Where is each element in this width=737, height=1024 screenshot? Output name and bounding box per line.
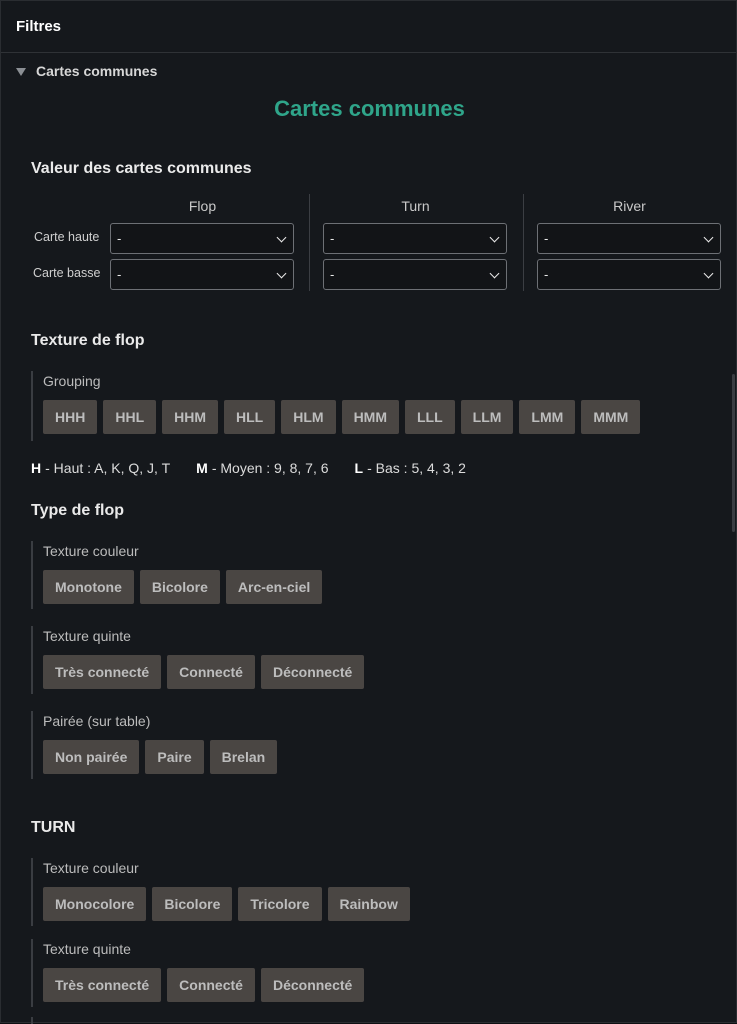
select-value: - <box>117 231 122 246</box>
column-head-turn: Turn <box>401 198 430 214</box>
legend-text: - Haut : A, K, Q, J, T <box>45 460 171 476</box>
flop-type-heading: Type de flop <box>31 502 125 519</box>
select-value: - <box>330 267 335 282</box>
turn-straight-label: Texture quinte <box>43 941 131 957</box>
chip-deconnecte[interactable]: Déconnecté <box>260 655 365 689</box>
legend-key: M <box>196 460 208 476</box>
filters-panel: Filtres Cartes communes Cartes communes … <box>0 0 737 1024</box>
select-river-high[interactable]: - <box>537 223 721 254</box>
chip-tricolore[interactable]: Tricolore <box>238 887 322 921</box>
chip-deconnecte[interactable]: Déconnecté <box>260 968 365 1002</box>
select-turn-high[interactable]: - <box>323 223 507 254</box>
flop-straight-group: Texture quinte Très connecté Connecté Dé… <box>31 626 431 694</box>
select-river-low[interactable]: - <box>537 259 721 290</box>
page-title: Cartes communes <box>274 96 465 121</box>
flop-paired-label: Pairée (sur table) <box>43 713 151 729</box>
chip-grouping-lmm[interactable]: LMM <box>519 400 576 434</box>
panel-title: Filtres <box>16 18 62 35</box>
chip-monocolore[interactable]: Monocolore <box>43 887 147 921</box>
flop-straight-label: Texture quinte <box>43 628 131 644</box>
chevron-down-icon <box>276 268 287 279</box>
select-turn-low[interactable]: - <box>323 259 507 290</box>
legend-key: H <box>31 460 42 476</box>
turn-color-label: Texture couleur <box>43 860 139 876</box>
chip-tres-connecte[interactable]: Très connecté <box>43 968 162 1002</box>
chevron-down-icon <box>276 232 287 243</box>
select-value: - <box>544 231 549 246</box>
legend-text: - Bas : 5, 4, 3, 2 <box>367 460 466 476</box>
grouping-group: Grouping HHH HHL HHM HLL HLM HMM LLL LLM… <box>31 371 671 441</box>
board-value-heading: Valeur des cartes communes <box>31 160 252 177</box>
turn-heading: TURN <box>31 819 76 836</box>
chevron-down-icon <box>489 232 500 243</box>
row-label-high-card: Carte haute <box>34 230 100 244</box>
select-flop-low[interactable]: - <box>110 259 294 290</box>
chevron-down-icon <box>703 232 714 243</box>
flop-paired-group: Pairée (sur table) Non pairée Paire Brel… <box>31 711 431 779</box>
chip-bicolore[interactable]: Bicolore <box>139 570 220 604</box>
chip-grouping-hlm[interactable]: HLM <box>281 400 336 434</box>
chip-monotone[interactable]: Monotone <box>43 570 134 604</box>
legend-text: - Moyen : 9, 8, 7, 6 <box>211 460 329 476</box>
chip-non-pairee[interactable]: Non pairée <box>43 740 140 774</box>
chip-tres-connecte[interactable]: Très connecté <box>43 655 162 689</box>
grouping-legend: H- Haut : A, K, Q, J, T M- Moyen : 9, 8,… <box>31 460 492 476</box>
chip-grouping-hhm[interactable]: HHM <box>162 400 219 434</box>
chip-grouping-hll[interactable]: HLL <box>224 400 276 434</box>
select-value: - <box>117 267 122 282</box>
chip-grouping-mmm[interactable]: MMM <box>581 400 641 434</box>
chip-connecte[interactable]: Connecté <box>167 655 255 689</box>
select-value: - <box>544 267 549 282</box>
chevron-down-icon <box>703 268 714 279</box>
flop-texture-heading: Texture de flop <box>31 332 145 349</box>
flop-color-label: Texture couleur <box>43 543 139 559</box>
section-toggle-label: Cartes communes <box>36 63 158 79</box>
grouping-label: Grouping <box>43 373 101 389</box>
turn-color-group: Texture couleur Monocolore Bicolore Tric… <box>31 858 431 926</box>
column-divider <box>309 194 310 291</box>
chip-grouping-llm[interactable]: LLM <box>460 400 514 434</box>
turn-straight-group: Texture quinte Très connecté Connecté Dé… <box>31 939 431 1007</box>
chip-connecte[interactable]: Connecté <box>167 968 255 1002</box>
chip-brelan[interactable]: Brelan <box>209 740 278 774</box>
chip-grouping-hmm[interactable]: HMM <box>341 400 399 434</box>
chip-bicolore[interactable]: Bicolore <box>152 887 233 921</box>
panel-header: Filtres <box>1 1 736 53</box>
section-toggle-board[interactable]: Cartes communes <box>16 63 157 79</box>
column-divider <box>523 194 524 291</box>
caret-down-icon <box>16 67 26 76</box>
chip-grouping-hhh[interactable]: HHH <box>43 400 98 434</box>
scrollbar-thumb[interactable] <box>732 374 735 532</box>
flop-color-group: Texture couleur Monotone Bicolore Arc-en… <box>31 541 431 609</box>
select-flop-high[interactable]: - <box>110 223 294 254</box>
select-value: - <box>330 231 335 246</box>
column-head-flop: Flop <box>188 198 217 214</box>
chevron-down-icon <box>489 268 500 279</box>
column-head-river: River <box>613 198 646 214</box>
chip-grouping-hhl[interactable]: HHL <box>103 400 157 434</box>
chip-rainbow[interactable]: Rainbow <box>327 887 410 921</box>
chip-paire[interactable]: Paire <box>145 740 204 774</box>
chip-arc-en-ciel[interactable]: Arc-en-ciel <box>225 570 323 604</box>
chip-grouping-lll[interactable]: LLL <box>405 400 455 434</box>
row-label-low-card: Carte basse <box>33 266 101 280</box>
legend-key: L <box>354 460 364 476</box>
